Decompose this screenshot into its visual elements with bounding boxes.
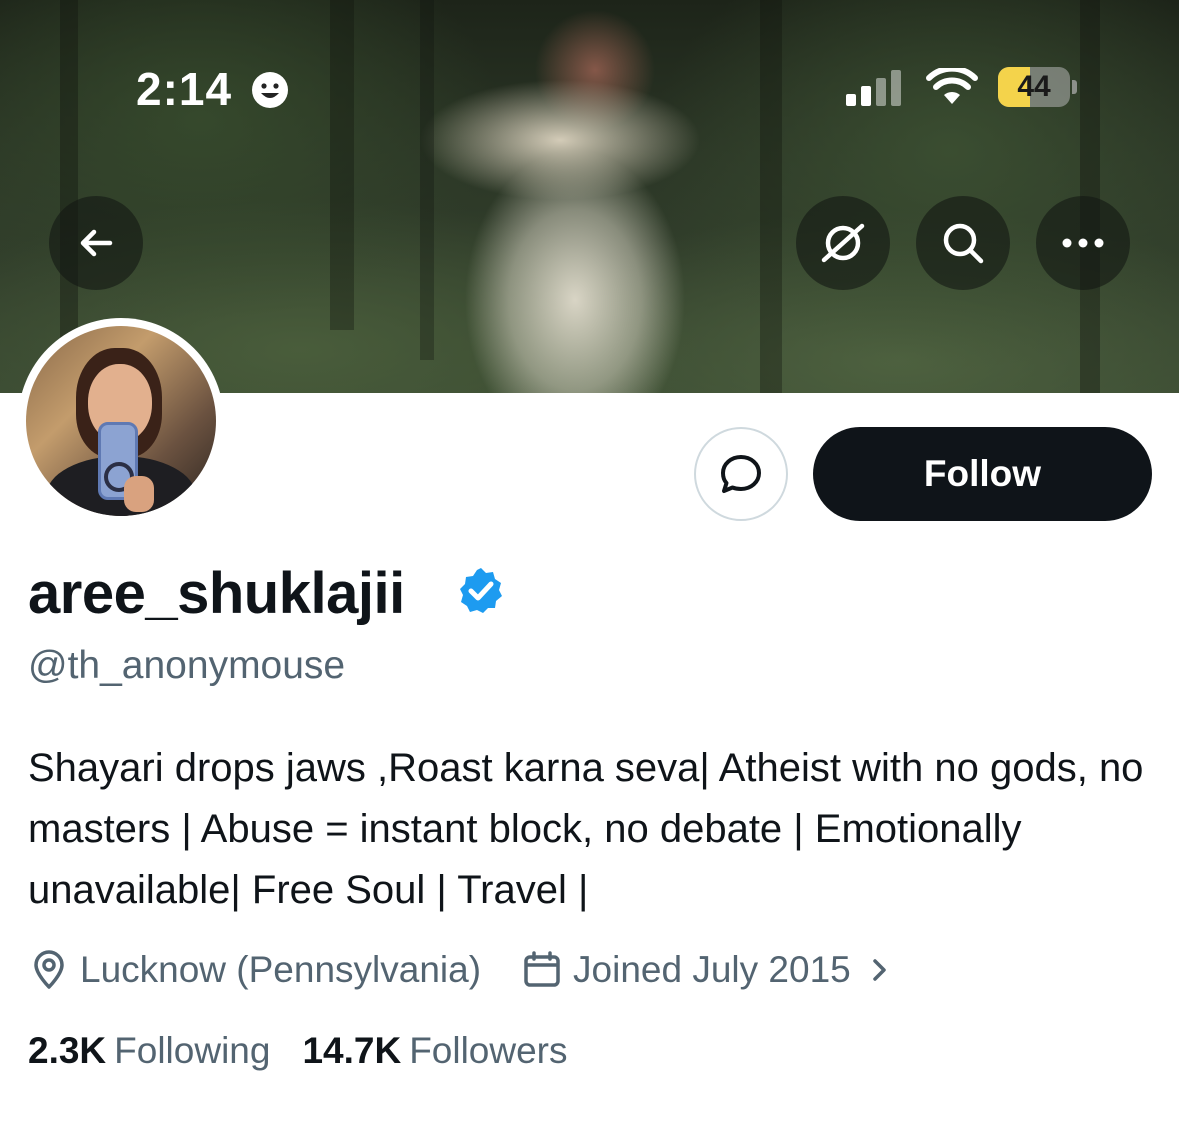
- grok-slash-icon: [821, 223, 865, 263]
- calendar-icon: [524, 951, 560, 987]
- avatar[interactable]: [18, 318, 224, 524]
- display-name: aree_shuklajii: [28, 561, 405, 626]
- search-button[interactable]: [916, 196, 1010, 290]
- location-text: Lucknow (Pennsylvania): [80, 949, 482, 990]
- arrow-left-icon: [80, 229, 113, 257]
- cellular-signal-icon: [846, 70, 901, 106]
- user-handle: @th_anonymouse: [28, 644, 346, 687]
- follow-stats: 2.3K Following 14.7K Followers: [28, 1030, 600, 1072]
- smiley-icon: [252, 72, 288, 108]
- grok-button[interactable]: [796, 196, 890, 290]
- followers-count: 14.7K: [302, 1030, 402, 1071]
- followers-label: Followers: [409, 1030, 568, 1071]
- join-date[interactable]: Joined July 2015: [521, 949, 895, 991]
- search-icon: [943, 223, 984, 264]
- avatar-photo: [26, 326, 216, 516]
- following-count: 2.3K: [28, 1030, 107, 1071]
- profile-meta: Lucknow (Pennsylvania) Joined July 2015: [28, 944, 895, 996]
- more-horizontal-icon: [1062, 238, 1104, 248]
- battery-percent: 44: [1017, 70, 1051, 103]
- status-time: 2:14: [136, 63, 233, 115]
- join-date-text: Joined July 2015: [573, 949, 851, 990]
- location-pin-icon: [34, 950, 64, 989]
- more-button[interactable]: [1036, 196, 1130, 290]
- location: Lucknow (Pennsylvania): [28, 949, 481, 991]
- back-button[interactable]: [49, 196, 143, 290]
- battery-indicator: 44: [998, 67, 1077, 107]
- verified-badge-icon[interactable]: [456, 566, 506, 616]
- following-link[interactable]: 2.3K Following: [28, 1030, 270, 1072]
- followers-link[interactable]: 14.7K Followers: [302, 1030, 567, 1072]
- message-button[interactable]: [694, 427, 788, 521]
- message-bubble-icon: [721, 455, 761, 493]
- chevron-right-icon: [873, 959, 886, 981]
- following-label: Following: [114, 1030, 271, 1071]
- profile-bio: Shayari drops jaws ,Roast karna seva| At…: [28, 746, 1144, 912]
- wifi-icon: [926, 68, 978, 104]
- follow-button[interactable]: Follow: [813, 427, 1152, 521]
